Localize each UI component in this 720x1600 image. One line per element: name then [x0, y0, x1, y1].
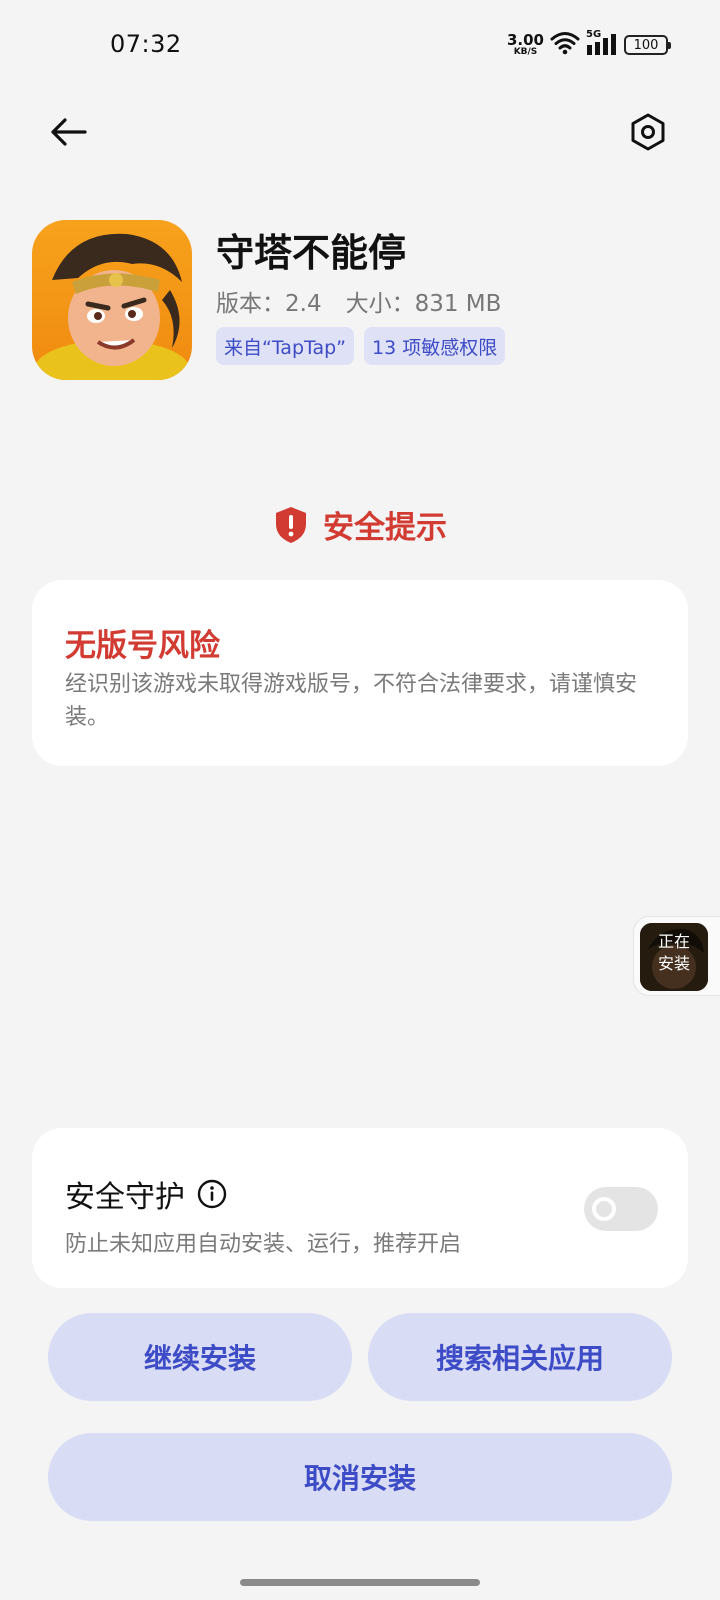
app-size: 大小：831 MB [345, 291, 502, 317]
risk-title: 无版号风险 [65, 628, 220, 664]
app-name: 守塔不能停 [216, 231, 407, 275]
app-meta: 版本：2.4 大小：831 MB [216, 284, 501, 318]
security-warning-title: 安全提示 [323, 510, 447, 546]
installing-label-line1: 正在 [657, 932, 690, 951]
arrow-left-icon [51, 118, 87, 146]
battery-level: 100 [633, 37, 659, 53]
app-tags: 来自“TapTap” 13 项敏感权限 [216, 327, 506, 365]
status-bar: 07:32 3.00 KB/S 5G 100 [0, 0, 720, 90]
info-circle-icon[interactable] [197, 1179, 227, 1209]
installing-label: 正在 安装 [640, 931, 708, 975]
hexagon-gear-icon [631, 113, 665, 151]
back-button[interactable] [44, 108, 92, 156]
cellular-signal-icon: 5G [586, 29, 618, 57]
settings-button[interactable] [624, 108, 672, 156]
cancel-install-button[interactable]: 取消安装 [48, 1433, 672, 1521]
installing-label-line2: 安装 [657, 954, 690, 973]
network-speed: 3.00 KB/S [507, 33, 544, 57]
protection-title-row: 安全守护 [65, 1172, 227, 1216]
protection-toggle[interactable] [584, 1187, 658, 1231]
protection-description: 防止未知应用自动安装、运行，推荐开启 [65, 1232, 462, 1257]
status-icons: 3.00 KB/S 5G 100 [507, 29, 671, 60]
app-icon [32, 220, 192, 380]
battery-icon: 100 [624, 35, 671, 55]
status-time: 07:32 [110, 30, 182, 58]
network-speed-unit: KB/S [513, 47, 538, 57]
continue-install-button[interactable]: 继续安装 [48, 1313, 352, 1401]
home-indicator[interactable] [240, 1579, 480, 1586]
installing-floating-badge[interactable]: 正在 安装 [633, 916, 720, 996]
wifi-icon [550, 31, 580, 59]
security-protection-card: 安全守护 防止未知应用自动安装、运行，推荐开启 [32, 1128, 688, 1288]
risk-card: 无版号风险 经识别该游戏未取得游戏版号，不符合法律要求，请谨慎安装。 [32, 580, 688, 766]
source-tag[interactable]: 来自“TapTap” [216, 327, 355, 365]
shield-alert-icon [276, 506, 306, 543]
search-related-apps-button[interactable]: 搜索相关应用 [368, 1313, 672, 1401]
risk-description: 经识别该游戏未取得游戏版号，不符合法律要求，请谨慎安装。 [65, 672, 638, 730]
protection-title: 安全守护 [65, 1180, 185, 1215]
network-speed-value: 3.00 [506, 31, 544, 49]
network-type: 5G [586, 29, 602, 40]
toggle-knob [592, 1197, 616, 1221]
security-warning-header: 安全提示 [0, 502, 720, 547]
app-version: 版本：2.4 [216, 291, 322, 317]
permissions-tag[interactable]: 13 项敏感权限 [364, 327, 506, 365]
